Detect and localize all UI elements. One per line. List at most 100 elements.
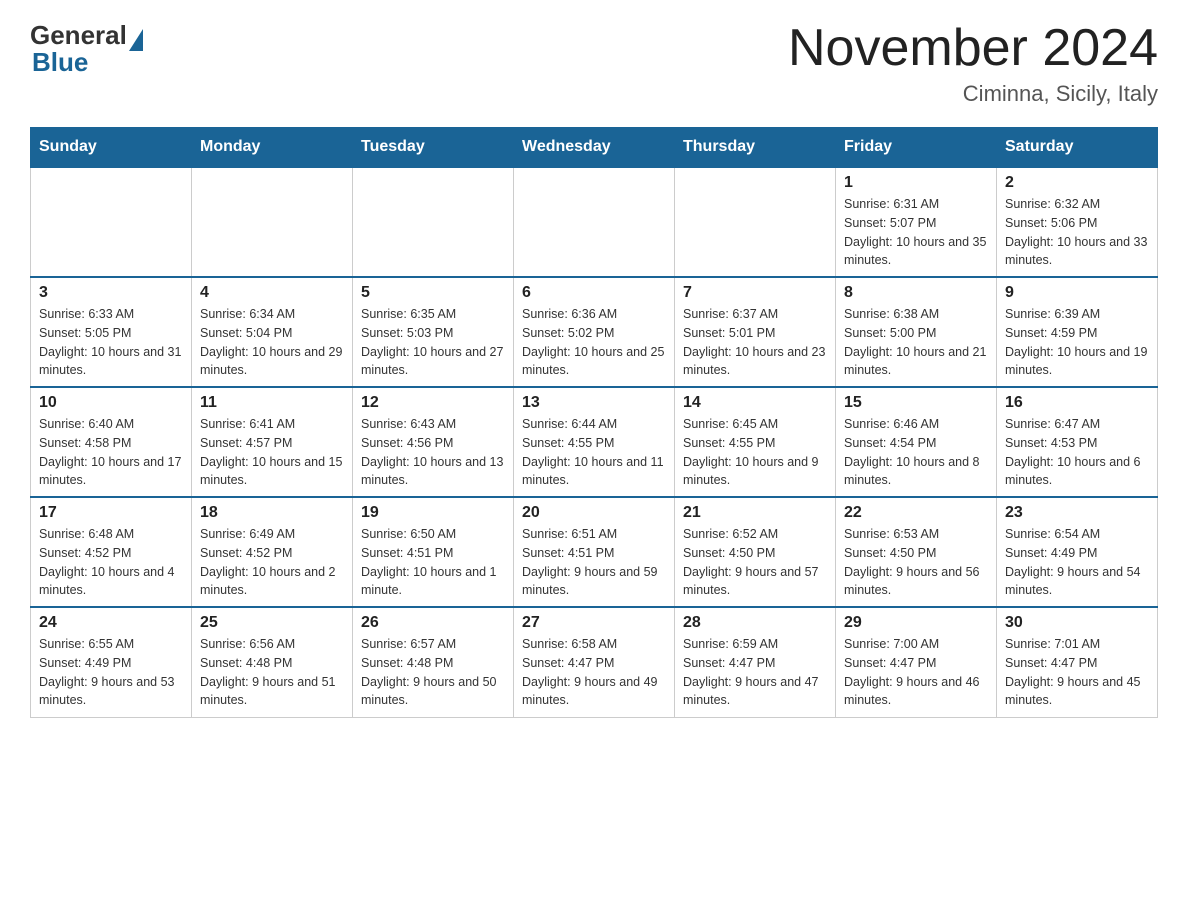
day-info: Sunrise: 6:32 AM Sunset: 5:06 PM Dayligh… [1005,195,1149,270]
day-number: 8 [844,284,988,302]
day-number: 19 [361,504,505,522]
month-title: November 2024 [788,20,1158,77]
calendar-header-tuesday: Tuesday [353,128,514,168]
day-info: Sunrise: 6:39 AM Sunset: 4:59 PM Dayligh… [1005,305,1149,380]
day-number: 4 [200,284,344,302]
calendar-week-row: 3 Sunrise: 6:33 AM Sunset: 5:05 PM Daylig… [31,277,1158,387]
day-number: 17 [39,504,183,522]
day-number: 1 [844,174,988,192]
calendar-cell: 12 Sunrise: 6:43 AM Sunset: 4:56 PM Dayli… [353,387,514,497]
day-number: 24 [39,614,183,632]
day-number: 26 [361,614,505,632]
calendar-cell: 23Sunrise: 6:54 AM Sunset: 4:49 PM Dayli… [997,497,1158,607]
day-number: 20 [522,504,666,522]
calendar-cell: 2 Sunrise: 6:32 AM Sunset: 5:06 PM Daylig… [997,167,1158,277]
day-info: Sunrise: 6:48 AM Sunset: 4:52 PM Dayligh… [39,525,183,600]
calendar-header-sunday: Sunday [31,128,192,168]
calendar-header-wednesday: Wednesday [514,128,675,168]
calendar-cell: 18 Sunrise: 6:49 AM Sunset: 4:52 PM Dayli… [192,497,353,607]
day-info: Sunrise: 7:00 AM Sunset: 4:47 PM Dayligh… [844,635,988,710]
day-info: Sunrise: 7:01 AM Sunset: 4:47 PM Dayligh… [1005,635,1149,710]
day-info: Sunrise: 6:47 AM Sunset: 4:53 PM Dayligh… [1005,415,1149,490]
day-number: 6 [522,284,666,302]
day-info: Sunrise: 6:54 AM Sunset: 4:49 PM Dayligh… [1005,525,1149,600]
calendar-cell: 1 Sunrise: 6:31 AM Sunset: 5:07 PM Daylig… [836,167,997,277]
calendar-header-thursday: Thursday [675,128,836,168]
day-info: Sunrise: 6:49 AM Sunset: 4:52 PM Dayligh… [200,525,344,600]
calendar-cell: 6 Sunrise: 6:36 AM Sunset: 5:02 PM Daylig… [514,277,675,387]
day-number: 28 [683,614,827,632]
calendar-cell: 10 Sunrise: 6:40 AM Sunset: 4:58 PM Dayli… [31,387,192,497]
day-info: Sunrise: 6:52 AM Sunset: 4:50 PM Dayligh… [683,525,827,600]
calendar-cell: 28 Sunrise: 6:59 AM Sunset: 4:47 PM Dayli… [675,607,836,717]
calendar-table: SundayMondayTuesdayWednesdayThursdayFrid… [30,127,1158,718]
calendar-week-row: 17 Sunrise: 6:48 AM Sunset: 4:52 PM Dayli… [31,497,1158,607]
day-number: 15 [844,394,988,412]
day-info: Sunrise: 6:53 AM Sunset: 4:50 PM Dayligh… [844,525,988,600]
calendar-cell: 15 Sunrise: 6:46 AM Sunset: 4:54 PM Dayli… [836,387,997,497]
day-info: Sunrise: 6:41 AM Sunset: 4:57 PM Dayligh… [200,415,344,490]
day-info: Sunrise: 6:59 AM Sunset: 4:47 PM Dayligh… [683,635,827,710]
calendar-cell: 14 Sunrise: 6:45 AM Sunset: 4:55 PM Dayli… [675,387,836,497]
day-number: 7 [683,284,827,302]
day-number: 5 [361,284,505,302]
calendar-week-row: 1 Sunrise: 6:31 AM Sunset: 5:07 PM Daylig… [31,167,1158,277]
day-info: Sunrise: 6:46 AM Sunset: 4:54 PM Dayligh… [844,415,988,490]
day-number: 3 [39,284,183,302]
calendar-cell: 27Sunrise: 6:58 AM Sunset: 4:47 PM Dayli… [514,607,675,717]
calendar-cell: 13Sunrise: 6:44 AM Sunset: 4:55 PM Dayli… [514,387,675,497]
calendar-cell: 4 Sunrise: 6:34 AM Sunset: 5:04 PM Daylig… [192,277,353,387]
day-number: 22 [844,504,988,522]
calendar-cell [31,167,192,277]
day-info: Sunrise: 6:35 AM Sunset: 5:03 PM Dayligh… [361,305,505,380]
calendar-cell: 7 Sunrise: 6:37 AM Sunset: 5:01 PM Daylig… [675,277,836,387]
calendar-cell: 16Sunrise: 6:47 AM Sunset: 4:53 PM Dayli… [997,387,1158,497]
calendar-header-saturday: Saturday [997,128,1158,168]
calendar-cell: 17 Sunrise: 6:48 AM Sunset: 4:52 PM Dayli… [31,497,192,607]
day-info: Sunrise: 6:43 AM Sunset: 4:56 PM Dayligh… [361,415,505,490]
logo-blue-text: Blue [32,47,143,78]
day-number: 18 [200,504,344,522]
title-area: November 2024 Ciminna, Sicily, Italy [788,20,1158,107]
day-info: Sunrise: 6:37 AM Sunset: 5:01 PM Dayligh… [683,305,827,380]
day-info: Sunrise: 6:34 AM Sunset: 5:04 PM Dayligh… [200,305,344,380]
day-info: Sunrise: 6:45 AM Sunset: 4:55 PM Dayligh… [683,415,827,490]
calendar-header-row: SundayMondayTuesdayWednesdayThursdayFrid… [31,128,1158,168]
day-info: Sunrise: 6:36 AM Sunset: 5:02 PM Dayligh… [522,305,666,380]
day-info: Sunrise: 6:33 AM Sunset: 5:05 PM Dayligh… [39,305,183,380]
day-number: 13 [522,394,666,412]
logo: General Blue [30,20,143,78]
day-number: 2 [1005,174,1149,192]
day-number: 9 [1005,284,1149,302]
day-number: 29 [844,614,988,632]
day-number: 11 [200,394,344,412]
day-info: Sunrise: 6:31 AM Sunset: 5:07 PM Dayligh… [844,195,988,270]
day-number: 12 [361,394,505,412]
calendar-cell: 9 Sunrise: 6:39 AM Sunset: 4:59 PM Daylig… [997,277,1158,387]
day-info: Sunrise: 6:58 AM Sunset: 4:47 PM Dayligh… [522,635,666,710]
calendar-cell: 24 Sunrise: 6:55 AM Sunset: 4:49 PM Dayli… [31,607,192,717]
calendar-cell: 8Sunrise: 6:38 AM Sunset: 5:00 PM Daylig… [836,277,997,387]
day-info: Sunrise: 6:56 AM Sunset: 4:48 PM Dayligh… [200,635,344,710]
day-number: 10 [39,394,183,412]
page-header: General Blue November 2024 Ciminna, Sici… [30,20,1158,107]
day-info: Sunrise: 6:57 AM Sunset: 4:48 PM Dayligh… [361,635,505,710]
day-info: Sunrise: 6:55 AM Sunset: 4:49 PM Dayligh… [39,635,183,710]
calendar-cell: 21 Sunrise: 6:52 AM Sunset: 4:50 PM Dayli… [675,497,836,607]
calendar-cell: 19 Sunrise: 6:50 AM Sunset: 4:51 PM Dayli… [353,497,514,607]
day-number: 25 [200,614,344,632]
calendar-cell: 26 Sunrise: 6:57 AM Sunset: 4:48 PM Dayli… [353,607,514,717]
day-info: Sunrise: 6:51 AM Sunset: 4:51 PM Dayligh… [522,525,666,600]
day-info: Sunrise: 6:40 AM Sunset: 4:58 PM Dayligh… [39,415,183,490]
calendar-cell: 29 Sunrise: 7:00 AM Sunset: 4:47 PM Dayli… [836,607,997,717]
calendar-week-row: 24 Sunrise: 6:55 AM Sunset: 4:49 PM Dayli… [31,607,1158,717]
day-number: 14 [683,394,827,412]
day-info: Sunrise: 6:50 AM Sunset: 4:51 PM Dayligh… [361,525,505,600]
day-number: 21 [683,504,827,522]
calendar-cell: 5 Sunrise: 6:35 AM Sunset: 5:03 PM Daylig… [353,277,514,387]
calendar-cell: 11 Sunrise: 6:41 AM Sunset: 4:57 PM Dayli… [192,387,353,497]
calendar-cell: 30Sunrise: 7:01 AM Sunset: 4:47 PM Dayli… [997,607,1158,717]
calendar-cell: 25 Sunrise: 6:56 AM Sunset: 4:48 PM Dayli… [192,607,353,717]
calendar-cell: 20 Sunrise: 6:51 AM Sunset: 4:51 PM Dayli… [514,497,675,607]
calendar-cell: 22 Sunrise: 6:53 AM Sunset: 4:50 PM Dayli… [836,497,997,607]
